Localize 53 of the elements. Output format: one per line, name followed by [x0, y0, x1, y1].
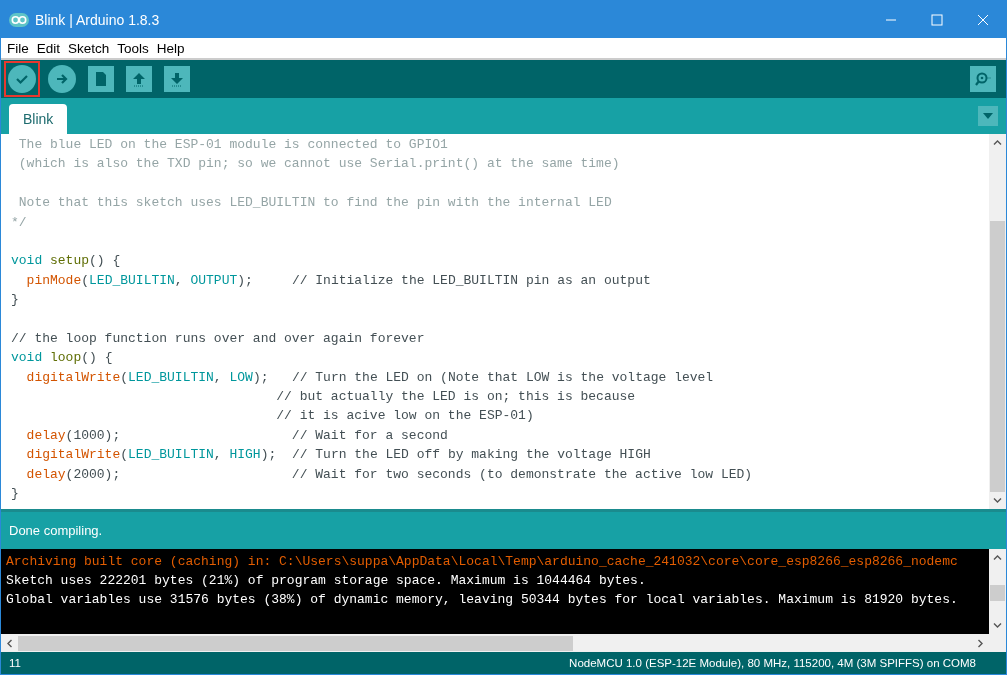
download-arrow-icon — [170, 71, 184, 87]
checkmark-icon — [15, 72, 29, 86]
code-line: */ — [11, 213, 28, 232]
menu-item[interactable]: File — [3, 40, 33, 56]
code-line: digitalWrite(LED_BUILTIN, LOW); // Turn the LED on (Note that LOW is the voltage level — [25, 368, 715, 387]
code-line: delay(2000); // Wait for two seconds (to demonstrate the active low LED) — [25, 465, 754, 484]
console-line: Global variables use 31576 bytes (38%) of dynamic memory, leaving 50344 bytes for local variables. Maximum is 81920 bytes. — [6, 591, 959, 609]
tab-menu-button[interactable] — [978, 106, 998, 126]
horizontal-scrollbar[interactable] — [1, 634, 1006, 652]
code-line: The blue LED on the ESP-01 module is connected to GPIO1 — [17, 136, 449, 154]
upload-arrow-icon — [132, 71, 146, 87]
menu-item[interactable]: Edit — [32, 40, 65, 56]
scroll-thumb[interactable] — [990, 585, 1005, 601]
code-line: void setup() { — [11, 252, 122, 271]
code-line: pinMode(LED_BUILTIN, OUTPUT); // Initialize the LED_BUILTIN pin as an output — [25, 271, 652, 290]
maximize-icon — [931, 13, 943, 26]
menu-item[interactable]: Tools — [113, 40, 153, 56]
code-line: void loop() { — [11, 349, 114, 368]
menu-item[interactable]: Help — [152, 40, 189, 56]
status-message: Done compiling. — [9, 523, 103, 538]
code-line: } — [11, 291, 20, 310]
scroll-up-icon — [993, 555, 1002, 560]
code-line: delay(1000); // Wait for a second — [25, 426, 449, 445]
verify-button[interactable] — [4, 61, 40, 97]
code-line: // the loop function runs over and over again forever — [11, 329, 426, 348]
line-number: 11 — [9, 657, 21, 669]
sketch-tab[interactable]: Blink — [9, 104, 68, 134]
infinity-logo-icon — [9, 12, 29, 27]
code-line: (which is also the TXD pin; so we cannot use Serial.print() at the same time) — [17, 155, 621, 174]
code-line: // it is acive low on the ESP-01) — [275, 407, 535, 426]
scroll-right-icon — [978, 638, 983, 648]
code-line: Note that this sketch uses LED_BUILTIN to find the pin with the internal LED — [17, 194, 613, 213]
caret-icon — [983, 113, 993, 119]
board-info: NodeMCU 1.0 (ESP-12E Module), 80 MHz, 115200, 4M (3M SPIFFS) on COM8 — [569, 657, 976, 669]
console-line: Sketch uses 222201 bytes (21%) of program storage space. Maximum is 1044464 bytes. — [6, 572, 647, 590]
close-icon — [977, 13, 989, 26]
code-line: digitalWrite(LED_BUILTIN, HIGH); // Turn the LED off by making the voltage HIGH — [25, 446, 652, 465]
scroll-left-icon — [7, 638, 12, 648]
vertical-scrollbar[interactable] — [989, 549, 1006, 634]
code-line: // but actually the LED is on; this is because — [275, 388, 637, 407]
scroll-down-icon — [993, 623, 1002, 628]
code-line: } — [11, 485, 20, 504]
scroll-thumb[interactable] — [990, 221, 1005, 492]
arrow-right-icon — [55, 72, 69, 86]
window-title: Blink | Arduino 1.8.3 — [35, 11, 161, 28]
vertical-scrollbar[interactable] — [989, 134, 1006, 509]
magnifier-icon — [974, 71, 992, 87]
console-line: Archiving built core (caching) in: C:\Users\suppa\AppData\Local\Temp\arduino_cache_241032\core\core_esp8266_esp8266_nodemc — [6, 553, 959, 571]
scroll-up-icon — [993, 140, 1002, 145]
menu-item[interactable]: Sketch — [64, 40, 114, 56]
scroll-down-icon — [993, 498, 1002, 503]
document-icon — [95, 71, 107, 87]
scroll-thumb[interactable] — [18, 635, 573, 651]
